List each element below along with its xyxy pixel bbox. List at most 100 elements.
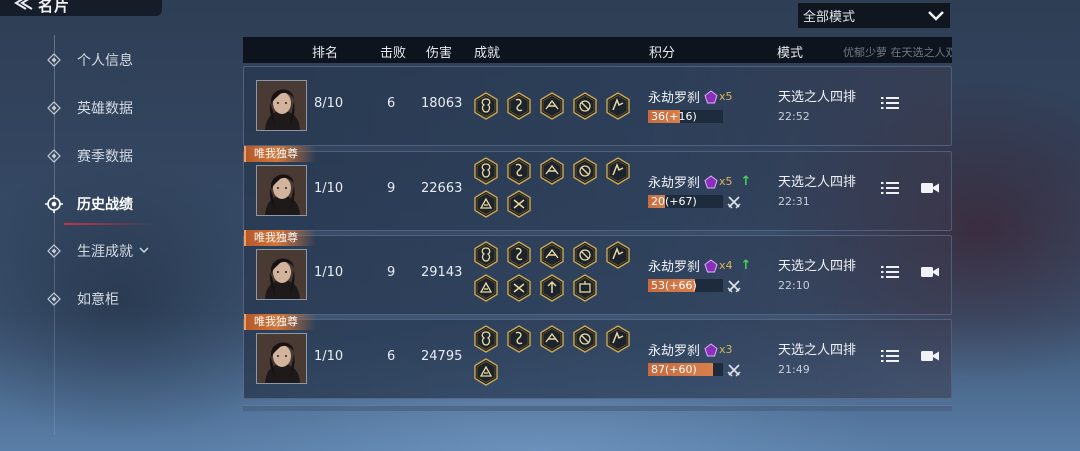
diamond-icon (44, 98, 64, 118)
sidebar-item-0[interactable]: 个人信息 (44, 47, 133, 73)
achievement-icon[interactable] (572, 325, 598, 353)
table-row[interactable]: 唯我独尊 1/10 9 29143 永劫罗刹 x4 ↑ 53(+66) 天选之人四排 22:10 (243, 230, 952, 315)
details-list-icon[interactable] (880, 263, 900, 281)
time-value: 22:10 (778, 279, 810, 292)
damage-value: 22663 (421, 181, 463, 196)
achievement-icon[interactable] (539, 241, 565, 269)
chevron-down-icon (922, 3, 950, 28)
col-rank: 排名 (312, 46, 339, 61)
score-text: 87(+60) (651, 363, 697, 376)
sidebar-item-label: 英雄数据 (77, 101, 133, 117)
achievement-icon[interactable] (473, 274, 499, 302)
achievement-icon[interactable] (473, 325, 499, 353)
back-icon[interactable] (12, 0, 34, 10)
achievement-icon[interactable] (506, 157, 532, 185)
mode-filter-dropdown[interactable]: 全部模式 (797, 2, 951, 29)
achievement-icon[interactable] (506, 274, 532, 302)
achievement-icon[interactable] (572, 241, 598, 269)
match-history-table: 排名 击败 伤害 成就 积分 模式 优郁少萝 在天选之人双排中表现出类拔萃! 8… (243, 37, 952, 411)
damage-value: 24795 (421, 349, 463, 364)
gear-diamond-icon (44, 194, 64, 214)
sidebar-item-label: 个人信息 (77, 53, 133, 69)
video-replay-icon[interactable] (920, 349, 940, 363)
kills-value: 6 (387, 349, 396, 364)
details-list-icon[interactable] (880, 179, 900, 197)
kills-value: 6 (387, 96, 396, 111)
achievement-icon[interactable] (539, 157, 565, 185)
tier-info: 永劫罗刹 x4 ↑ (648, 256, 751, 275)
damage-value: 18063 (421, 96, 463, 111)
details-list-icon[interactable] (880, 347, 900, 365)
rank-value: 1/10 (314, 181, 344, 196)
time-value: 22:31 (778, 195, 810, 208)
sidebar-item-4[interactable]: 生涯成就 (44, 238, 149, 264)
score-text: 53(+66) (651, 279, 697, 292)
mode-value: 天选之人四排 (778, 90, 857, 105)
hero-avatar (256, 165, 307, 216)
sidebar-item-2[interactable]: 赛季数据 (44, 143, 133, 169)
col-score: 积分 (649, 46, 676, 61)
achievement-icon[interactable] (506, 325, 532, 353)
tier-name: 永劫罗刹 (648, 91, 701, 106)
score-text: 36(+16) (651, 110, 697, 123)
achievement-icon[interactable] (605, 157, 631, 185)
achievement-icon[interactable] (473, 157, 499, 185)
achievement-icon[interactable] (605, 325, 631, 353)
header-tab: 名片 (0, 0, 162, 16)
tier-info: 永劫罗刹 x5 ↑ (648, 172, 751, 191)
sidebar-item-label: 赛季数据 (77, 149, 133, 165)
details-list-icon[interactable] (880, 94, 900, 112)
col-damage: 伤害 (426, 46, 453, 61)
rank-value: 1/10 (314, 265, 344, 280)
tier-multiplier: x4 (719, 259, 733, 272)
achievement-icon[interactable] (605, 92, 631, 120)
table-row[interactable]: 唯我独尊 1/10 6 24795 永劫罗刹 x3 87(+60) 天选之人四排 21:49 (243, 314, 952, 399)
sidebar-item-3[interactable]: 历史战绩 (44, 191, 133, 217)
tier-info: 永劫罗刹 x5 (648, 87, 733, 106)
achievement-icon[interactable] (473, 241, 499, 269)
achievement-icon[interactable] (605, 241, 631, 269)
kills-value: 9 (387, 265, 396, 280)
achievement-icon[interactable] (572, 92, 598, 120)
diamond-icon (44, 50, 64, 70)
col-kills: 击败 (380, 46, 407, 61)
table-header: 排名 击败 伤害 成就 积分 模式 优郁少萝 在天选之人双排中表现出类拔萃! (243, 37, 952, 63)
crossed-swords-icon (727, 364, 741, 377)
sidebar-item-5[interactable]: 如意柜 (44, 286, 119, 312)
achievement-icon[interactable] (539, 92, 565, 120)
achievement-icon[interactable] (473, 358, 499, 386)
achievement-icon[interactable] (506, 92, 532, 120)
achievement-icon[interactable] (572, 157, 598, 185)
crossed-swords-icon (727, 280, 741, 293)
diamond-icon (44, 241, 64, 261)
time-value: 22:52 (778, 110, 810, 123)
tier-name: 永劫罗刹 (648, 176, 701, 191)
tier-multiplier: x3 (719, 343, 733, 356)
title-badge: 唯我独尊 (244, 314, 316, 330)
video-replay-icon[interactable] (920, 265, 940, 279)
video-replay-icon[interactable] (920, 181, 940, 195)
title-badge: 唯我独尊 (244, 146, 316, 162)
score-progress-bar: 36(+16) (648, 110, 723, 123)
tier-multiplier: x5 (719, 90, 733, 103)
achievement-icon[interactable] (506, 190, 532, 218)
score-progress-bar: 20(+67) (648, 195, 723, 208)
achievement-icon[interactable] (539, 274, 565, 302)
arrow-up-icon: ↑ (740, 258, 752, 273)
pentagon-gem-icon (704, 89, 718, 103)
achievement-icon[interactable] (473, 190, 499, 218)
damage-value: 29143 (421, 265, 463, 280)
table-row[interactable]: 8/10 6 18063 永劫罗刹 x5 36(+16) 天选之人四排 22:52 (243, 66, 952, 146)
achievement-icon[interactable] (539, 325, 565, 353)
score-progress-bar: 53(+66) (648, 279, 723, 292)
achievement-icon[interactable] (506, 241, 532, 269)
time-value: 21:49 (778, 363, 810, 376)
sidebar: 个人信息英雄数据赛季数据历史战绩生涯成就如意柜 (0, 35, 230, 451)
table-row[interactable]: 唯我独尊 1/10 9 22663 永劫罗刹 x5 ↑ 20(+67) 天选之人四排 22:31 (243, 146, 952, 231)
score-text: 20(+67) (651, 195, 697, 208)
pentagon-gem-icon (704, 342, 718, 356)
sidebar-item-1[interactable]: 英雄数据 (44, 95, 133, 121)
mode-value: 天选之人四排 (778, 175, 857, 190)
achievement-icon[interactable] (473, 92, 499, 120)
achievement-icon[interactable] (572, 274, 598, 302)
